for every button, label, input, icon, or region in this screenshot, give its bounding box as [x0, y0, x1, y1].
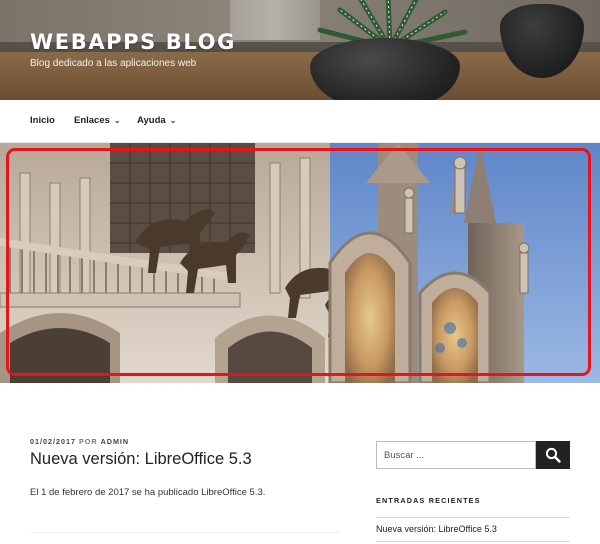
post-excerpt: El 1 de febrero de 2017 se ha publicado …: [30, 487, 266, 498]
site-title[interactable]: WEBAPPS BLOG: [30, 30, 236, 54]
post-divider: [30, 532, 340, 533]
chevron-down-icon: ⌄: [113, 116, 121, 125]
widget-divider: [376, 541, 570, 542]
plant-pot-main: [310, 38, 460, 100]
nav-item-label: Enlaces: [74, 115, 110, 126]
post-meta: 01/02/2017 POR ADMIN: [30, 437, 129, 446]
chevron-down-icon: ⌄: [169, 116, 177, 125]
nav-item-label: Ayuda: [137, 115, 166, 126]
widget-divider: [376, 517, 570, 518]
recent-post-link[interactable]: Nueva versión: LibreOffice 5.3: [376, 524, 497, 534]
post-by-label: POR: [78, 437, 98, 446]
site-tagline: Blog dedicado a las aplicaciones web: [30, 58, 197, 69]
site-header: WEBAPPS BLOG Blog dedicado a las aplicac…: [0, 0, 600, 100]
venice-basilica-photo: [0, 143, 600, 383]
main-navigation: Inicio Enlaces ⌄ Ayuda ⌄: [0, 100, 600, 143]
nav-item-label: Inicio: [30, 115, 55, 126]
nav-item-enlaces[interactable]: Enlaces ⌄: [74, 100, 121, 142]
search-button[interactable]: [536, 441, 570, 469]
nav-item-inicio[interactable]: Inicio: [30, 100, 55, 142]
recent-posts-title: ENTRADAS RECIENTES: [376, 496, 481, 505]
nav-item-ayuda[interactable]: Ayuda ⌄: [137, 100, 176, 142]
featured-header-image: [0, 143, 600, 383]
search-icon: [545, 447, 561, 463]
post-date[interactable]: 01/02/2017: [30, 437, 76, 446]
post-author[interactable]: ADMIN: [101, 437, 130, 446]
search-input[interactable]: [376, 441, 536, 469]
post-title[interactable]: Nueva versión: LibreOffice 5.3: [30, 450, 252, 469]
